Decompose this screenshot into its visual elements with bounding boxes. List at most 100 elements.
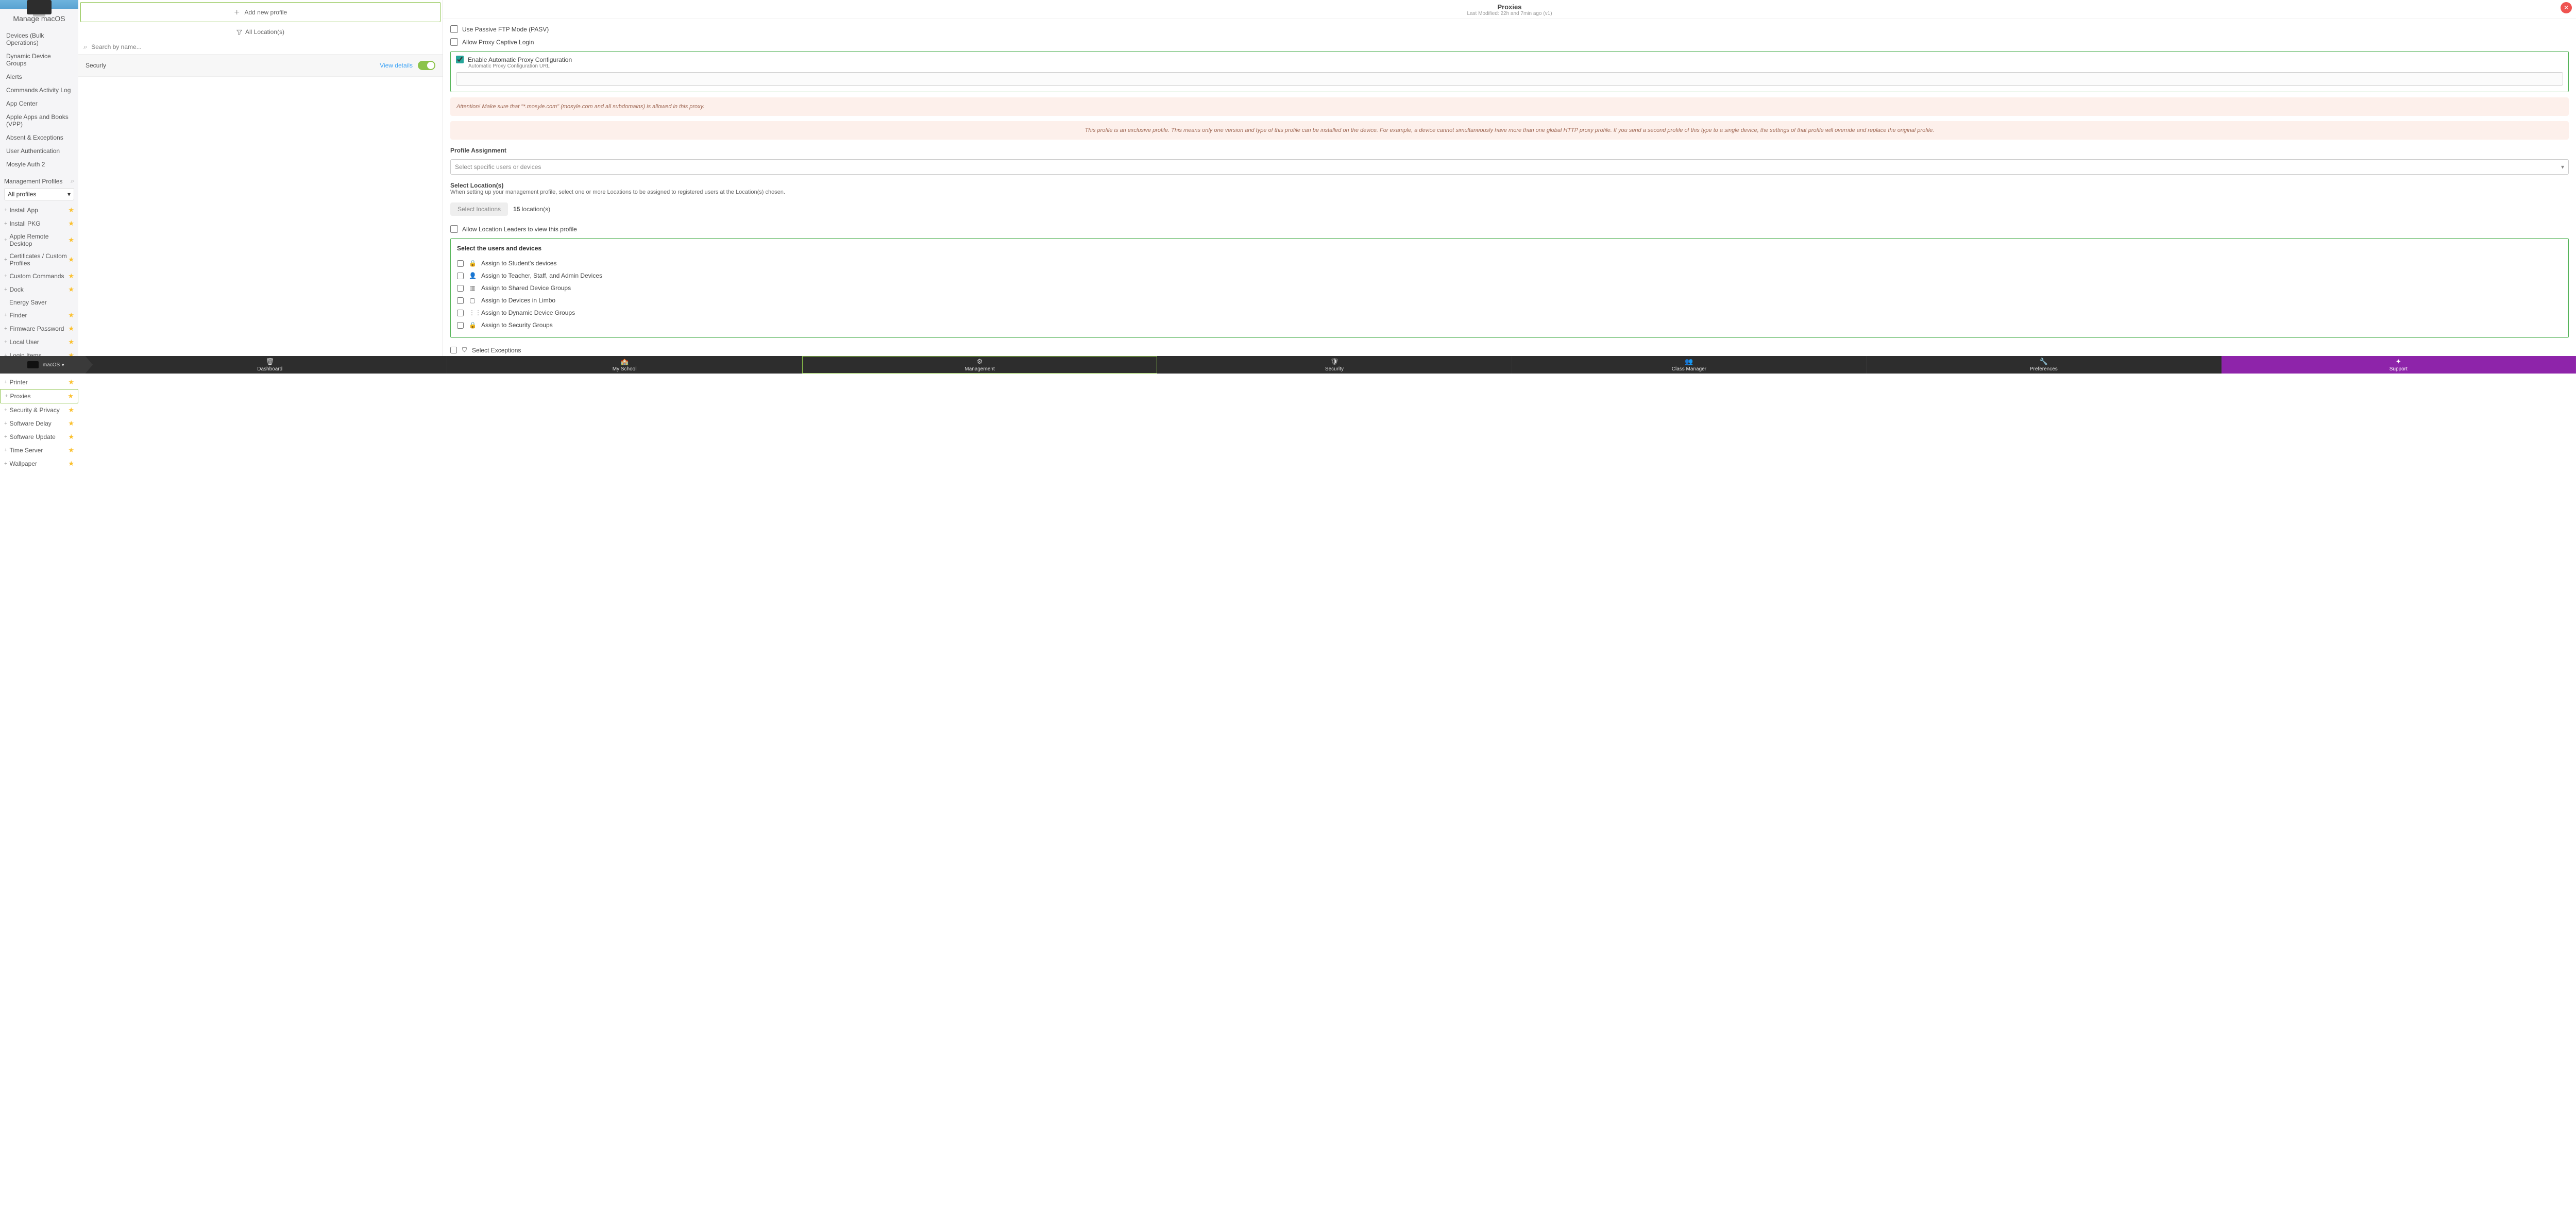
mgmt-profile-item[interactable]: Energy Saver <box>0 296 78 309</box>
star-icon[interactable]: ★ <box>68 433 74 441</box>
select-exceptions-row[interactable]: ⛉ Select Exceptions <box>450 344 2569 356</box>
mgmt-profile-item[interactable]: +Wallpaper★ <box>0 457 78 470</box>
profile-enabled-toggle[interactable] <box>418 61 435 70</box>
sidebar-link[interactable]: Alerts <box>0 70 78 83</box>
sidebar-link[interactable]: Mosyle Auth 2 <box>0 158 78 171</box>
search-icon[interactable]: ⌕ <box>71 177 74 185</box>
profile-list-row[interactable]: Securly View details <box>78 55 443 77</box>
star-icon[interactable]: ★ <box>68 446 74 454</box>
auto-config-url-input[interactable] <box>456 72 2563 86</box>
star-icon[interactable]: ★ <box>68 219 74 228</box>
assign-row[interactable]: 🔒Assign to Security Groups <box>457 319 2562 331</box>
plus-icon: + <box>5 393 8 399</box>
assign-row[interactable]: 🔒Assign to Student's devices <box>457 257 2562 269</box>
nav-item-preferences[interactable]: 🔧Preferences <box>1867 356 2221 374</box>
assign-checkbox[interactable] <box>457 260 464 267</box>
nav-item-support[interactable]: ✦Support <box>2222 356 2576 374</box>
mgmt-profile-label: Dock <box>9 286 23 293</box>
assign-row[interactable]: 👤Assign to Teacher, Staff, and Admin Dev… <box>457 269 2562 282</box>
star-icon[interactable]: ★ <box>68 285 74 294</box>
plus-icon: + <box>4 273 7 279</box>
mgmt-profile-item[interactable]: +Security & Privacy★ <box>0 403 78 417</box>
nav-label: Management <box>964 366 994 372</box>
mgmt-profile-item[interactable]: +Custom Commands★ <box>0 269 78 283</box>
nav-label: Class Manager <box>1672 366 1706 372</box>
mgmt-profile-label: Firmware Password <box>9 325 64 332</box>
passive-ftp-checkbox[interactable] <box>450 25 458 33</box>
sidebar-link[interactable]: Devices (Bulk Operations) <box>0 29 78 49</box>
assign-row[interactable]: ▢Assign to Devices in Limbo <box>457 294 2562 307</box>
assign-row[interactable]: ▥Assign to Shared Device Groups <box>457 282 2562 294</box>
sidebar-link[interactable]: Commands Activity Log <box>0 83 78 97</box>
close-button[interactable]: ✕ <box>2561 2 2572 13</box>
sidebar-link[interactable]: Absent & Exceptions <box>0 131 78 144</box>
mgmt-profile-item[interactable]: +Certificates / Custom Profiles★ <box>0 250 78 269</box>
mgmt-profile-item[interactable]: +Printer★ <box>0 376 78 389</box>
chevron-down-icon: ▼ <box>61 363 65 367</box>
star-icon[interactable]: ★ <box>68 338 74 346</box>
mgmt-profile-item[interactable]: +Time Server★ <box>0 444 78 457</box>
assign-checkbox[interactable] <box>457 322 464 329</box>
star-icon[interactable]: ★ <box>68 406 74 414</box>
plus-icon: + <box>4 420 7 427</box>
sidebar-link[interactable]: App Center <box>0 97 78 110</box>
mgmt-profile-item[interactable]: +Install PKG★ <box>0 217 78 230</box>
assign-checkbox[interactable] <box>457 273 464 279</box>
mgmt-profile-item[interactable]: +Software Delay★ <box>0 417 78 430</box>
assign-type-icon: ⋮⋮ <box>469 309 476 316</box>
nav-icon: 🔧 <box>2040 358 2048 366</box>
profile-assignment-select[interactable]: Select specific users or devices ▾ <box>450 159 2569 175</box>
star-icon[interactable]: ★ <box>67 392 74 400</box>
mgmt-profile-item[interactable]: +Dock★ <box>0 283 78 296</box>
star-icon[interactable]: ★ <box>68 419 74 428</box>
nav-item-management[interactable]: ⚙Management <box>802 356 1157 374</box>
nav-item-security[interactable]: 🛡Security <box>1157 356 1512 374</box>
star-icon[interactable]: ★ <box>68 460 74 468</box>
assign-row[interactable]: ⋮⋮Assign to Dynamic Device Groups <box>457 307 2562 319</box>
search-input[interactable] <box>91 43 437 50</box>
passive-ftp-checkbox-row[interactable]: Use Passive FTP Mode (PASV) <box>450 25 2569 33</box>
captive-login-checkbox-row[interactable]: Allow Proxy Captive Login <box>450 38 2569 46</box>
select-exceptions-checkbox[interactable] <box>450 347 457 353</box>
mgmt-profile-label: Local User <box>9 338 39 346</box>
sidebar-link[interactable]: Dynamic Device Groups <box>0 49 78 70</box>
funnel-icon <box>236 29 242 35</box>
star-icon[interactable]: ★ <box>68 311 74 319</box>
add-new-profile-button[interactable]: ＋ Add new profile <box>80 2 440 22</box>
passive-ftp-label: Use Passive FTP Mode (PASV) <box>462 26 549 33</box>
allow-leaders-checkbox-row[interactable]: Allow Location Leaders to view this prof… <box>450 225 2569 233</box>
mgmt-profile-item[interactable]: +Proxies ★ <box>0 389 78 403</box>
sidebar-link[interactable]: User Authentication <box>0 144 78 158</box>
captive-login-checkbox[interactable] <box>450 38 458 46</box>
enable-auto-checkbox[interactable] <box>456 56 464 63</box>
mgmt-profile-item[interactable]: +Install App★ <box>0 204 78 217</box>
assign-checkbox[interactable] <box>457 310 464 316</box>
enable-auto-checkbox-row[interactable]: Enable Automatic Proxy Configuration <box>456 56 2563 63</box>
star-icon[interactable]: ★ <box>68 256 74 264</box>
nav-item-dashboard[interactable]: 🗑Dashboard <box>93 356 447 374</box>
star-icon[interactable]: ★ <box>68 236 74 244</box>
view-details-link[interactable]: View details <box>380 62 413 69</box>
mgmt-profile-item[interactable]: +Firmware Password★ <box>0 322 78 335</box>
profile-filter-dropdown[interactable]: All profiles ▾ <box>4 188 74 200</box>
mgmt-profile-item[interactable]: +Software Update★ <box>0 430 78 444</box>
assign-checkbox[interactable] <box>457 297 464 304</box>
nav-item-my-school[interactable]: 🏫My School <box>447 356 802 374</box>
select-locations-button[interactable]: Select locations <box>450 202 508 216</box>
mgmt-profile-item[interactable]: +Finder★ <box>0 309 78 322</box>
sidebar-link[interactable]: Apple Apps and Books (VPP) <box>0 110 78 131</box>
nav-item-class-manager[interactable]: 👥Class Manager <box>1512 356 1867 374</box>
mgmt-profile-item[interactable]: +Apple Remote Desktop★ <box>0 230 78 250</box>
allow-leaders-checkbox[interactable] <box>450 225 458 233</box>
all-locations-filter[interactable]: All Location(s) <box>78 24 443 40</box>
star-icon[interactable]: ★ <box>68 206 74 214</box>
star-icon[interactable]: ★ <box>68 325 74 333</box>
mgmt-profile-label: Proxies <box>10 393 30 400</box>
nav-os-selector[interactable]: macOS▼ <box>0 356 93 374</box>
mgmt-profile-item[interactable]: +Local User★ <box>0 335 78 349</box>
detail-title: Proxies <box>443 3 2576 11</box>
select-exceptions-label: Select Exceptions <box>472 347 521 354</box>
star-icon[interactable]: ★ <box>68 272 74 280</box>
assign-checkbox[interactable] <box>457 285 464 292</box>
star-icon[interactable]: ★ <box>68 378 74 386</box>
